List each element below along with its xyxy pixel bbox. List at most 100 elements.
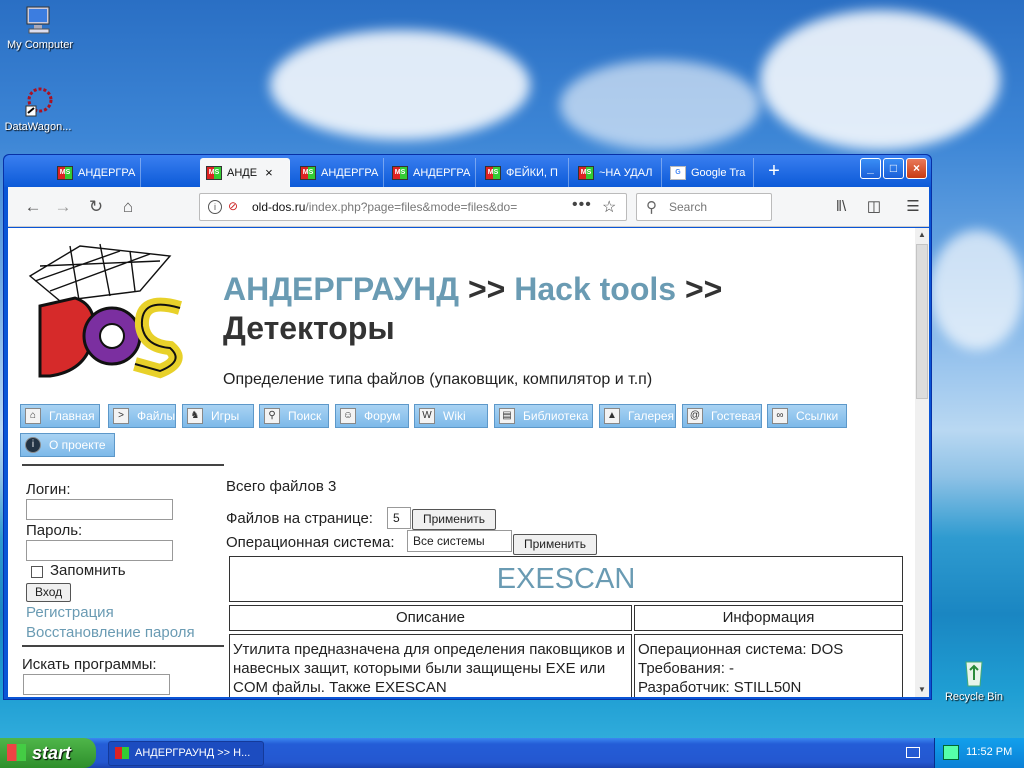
navigation-toolbar: ← → ↻ ⌂ i ⊘ old-dos.ru/index.php?page=fi… [8, 187, 929, 227]
description-header: Описание [229, 605, 632, 631]
page-title: АНДЕРГРАУНД >> Hack tools >> Детекторы [223, 270, 903, 348]
menu-item-label: Wiki [443, 409, 466, 423]
desktop-icon-datawagon[interactable]: DataWagon... [0, 86, 78, 133]
menu-item-home[interactable]: ⌂ Главная [20, 404, 100, 428]
menu-item-files[interactable]: > Файлы [108, 404, 176, 428]
divider [22, 645, 224, 647]
program-description: Утилита предназначена для определения па… [233, 641, 626, 696]
tab[interactable]: MS АНДЕРГРА [386, 158, 476, 187]
vertical-scrollbar[interactable]: ▲ ▼ [915, 228, 929, 697]
program-name-link[interactable]: EXESCAN [497, 563, 636, 595]
recycle-bin-icon [965, 661, 983, 687]
tab-label: АНДЕРГРА [78, 166, 136, 179]
maximize-button[interactable]: □ [883, 158, 904, 179]
taskbar-item-browser[interactable]: АНДЕРГРАУНД >> Н... [108, 741, 264, 766]
menu-item-label: Ссылки [796, 409, 839, 423]
search-programs-input[interactable] [23, 674, 170, 695]
per-page-input[interactable]: 5 [387, 507, 411, 529]
system-tray: 11:52 PM [934, 738, 1024, 768]
remember-checkbox[interactable] [31, 566, 43, 578]
search-icon: ⚲ [264, 408, 280, 424]
url-bar[interactable]: i ⊘ old-dos.ru/index.php?page=files&mode… [199, 193, 627, 221]
total-files: Всего файлов 3 [226, 478, 337, 495]
menu-item-links[interactable]: ∞ Ссылки [767, 404, 847, 428]
apply-per-page-button[interactable]: Применить [412, 509, 497, 530]
apply-os-button[interactable]: Применить [513, 534, 598, 555]
desktop-icon-label: Recycle Bin [944, 691, 1004, 703]
tab-label: АНДЕ [227, 166, 258, 179]
tab-active[interactable]: MS АНДЕ × [200, 158, 290, 187]
minimize-button[interactable]: _ [860, 158, 881, 179]
menu-item-wiki[interactable]: W Wiki [414, 404, 488, 428]
datawagon-icon [25, 87, 53, 117]
url-host: old-dos.ru [252, 200, 306, 214]
tab[interactable]: G Google Tra [664, 158, 754, 187]
menu-icon[interactable]: ☰ [902, 195, 924, 219]
home-icon[interactable]: ⌂ [116, 195, 140, 219]
taskbar-item-label: АНДЕРГРАУНД >> Н... [135, 747, 251, 759]
guestbook-icon: @ [687, 408, 703, 424]
picture-icon: ▲ [604, 408, 620, 424]
insecure-lock-icon: ⊘ [228, 199, 239, 213]
divider [22, 464, 224, 466]
menu-item-label: О проекте [49, 438, 106, 452]
restore-password-link[interactable]: Восстановление пароля [26, 624, 195, 641]
search-input[interactable]: ⚲ Search [636, 193, 772, 221]
menu-item-about[interactable]: i О проекте [20, 433, 115, 457]
tab[interactable]: MS АНДЕРГРА [51, 158, 141, 187]
login-field[interactable] [26, 499, 173, 520]
scroll-down-icon[interactable]: ▼ [915, 683, 929, 697]
menu-item-label: Гостевая [711, 409, 761, 423]
breadcrumb-separator: >> [467, 271, 506, 307]
menu-item-label: Файлы [137, 409, 176, 423]
menu-item-label: Игры [211, 409, 240, 423]
info-header: Информация [634, 605, 903, 631]
menu-item-label: Библиотека [523, 409, 589, 423]
info-line: Разработчик: STILL50N [638, 679, 802, 696]
register-link[interactable]: Регистрация [26, 604, 114, 621]
tab[interactable]: MS ~НА УДАЛ [572, 158, 662, 187]
book-icon: ▤ [499, 408, 515, 424]
library-icon[interactable]: ‖\ [830, 195, 852, 219]
msdos-favicon-icon: MS [485, 165, 501, 180]
password-label: Пароль: [26, 522, 83, 539]
menu-item-gallery[interactable]: ▲ Галерея [599, 404, 676, 428]
os-select[interactable]: Все системы [407, 530, 512, 552]
reload-icon[interactable]: ↻ [84, 195, 108, 219]
taskbar: start АНДЕРГРАУНД >> Н... 11:52 PM [0, 738, 1024, 768]
clock[interactable]: 11:52 PM [966, 746, 1012, 758]
scrollbar-thumb[interactable] [916, 244, 928, 399]
scroll-up-icon[interactable]: ▲ [915, 228, 929, 242]
desktop-icon-my-computer[interactable]: My Computer [0, 4, 80, 51]
breadcrumb-root-link[interactable]: АНДЕРГРАУНД [223, 271, 459, 307]
menu-item-games[interactable]: ♞ Игры [182, 404, 254, 428]
menu-item-guestbook[interactable]: @ Гостевая [682, 404, 762, 428]
tab[interactable]: MS АНДЕРГРА [294, 158, 384, 187]
login-button[interactable]: Вход [26, 583, 72, 602]
tab[interactable]: MS ФЕЙКИ, П [479, 158, 569, 187]
desktop-icon-recycle-bin[interactable]: Recycle Bin [934, 656, 1014, 703]
msdos-favicon-icon: MS [300, 165, 316, 180]
info-icon[interactable]: i [208, 200, 222, 214]
sidebar-icon[interactable]: ◫ [863, 195, 885, 219]
breadcrumb-section-link[interactable]: Hack tools [514, 271, 676, 307]
start-button[interactable]: start [0, 738, 96, 768]
url-text[interactable]: old-dos.ru/index.php?page=files&mode=fil… [252, 200, 562, 214]
bookmark-star-icon[interactable]: ☆ [602, 197, 616, 217]
menu-item-search[interactable]: ⚲ Поиск [259, 404, 329, 428]
url-path: /index.php?page=files&mode=files&do= [305, 200, 518, 214]
wikipedia-icon: W [419, 408, 435, 424]
close-window-button[interactable]: × [906, 158, 927, 179]
tab-label: ~НА УДАЛ [599, 166, 653, 179]
network-icon[interactable] [943, 745, 959, 760]
close-tab-icon[interactable]: × [265, 165, 273, 180]
password-field[interactable] [26, 540, 173, 561]
user-icon: ☺ [340, 408, 356, 424]
forward-icon[interactable]: → [51, 195, 75, 219]
back-icon[interactable]: ← [21, 195, 45, 219]
menu-item-library[interactable]: ▤ Библиотека [494, 404, 593, 428]
page-actions-icon[interactable]: ••• [572, 196, 592, 214]
menu-item-forum[interactable]: ☺ Форум [335, 404, 409, 428]
new-tab-button[interactable]: + [761, 158, 787, 184]
keyboard-icon[interactable] [906, 747, 920, 758]
